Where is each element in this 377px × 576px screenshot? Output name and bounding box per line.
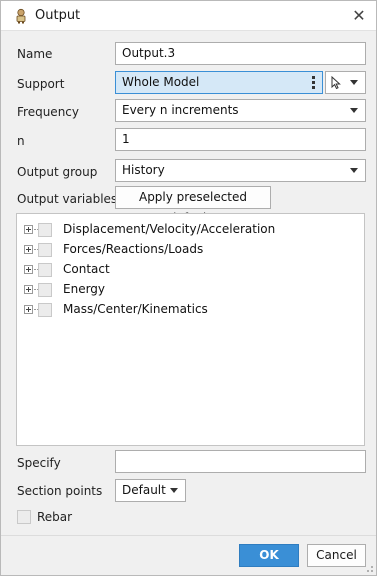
name-field[interactable]: Output.3 (115, 42, 366, 65)
specify-label: Specify (17, 456, 61, 470)
tree-item-label: Forces/Reactions/Loads (63, 242, 204, 256)
section-points-label: Section points (17, 484, 103, 498)
tree-item-label: Mass/Center/Kinematics (63, 302, 208, 316)
chevron-down-icon (170, 488, 178, 493)
window-title: Output (35, 8, 81, 23)
frequency-value: Every n increments (122, 103, 239, 117)
expand-icon[interactable] (24, 305, 33, 314)
rebar-label: Rebar (37, 510, 73, 524)
chevron-down-icon (350, 108, 358, 113)
tree-item-label: Energy (63, 282, 106, 296)
more-options-icon[interactable] (312, 76, 316, 91)
output-group-select[interactable]: History (115, 159, 366, 182)
chevron-down-icon (350, 168, 358, 173)
n-label: n (17, 134, 25, 148)
name-label: Name (17, 47, 53, 61)
expand-icon[interactable] (24, 245, 33, 254)
expand-icon[interactable] (24, 285, 33, 294)
tree-item-label: Contact (63, 262, 110, 276)
resize-grip-icon[interactable] (367, 566, 373, 572)
support-value: Whole Model (122, 75, 200, 89)
support-label: Support (17, 77, 65, 91)
cursor-arrow-icon (331, 76, 341, 90)
specify-field[interactable] (115, 450, 366, 473)
close-icon: ✕ (352, 6, 366, 25)
output-variables-label: Output variables (17, 192, 118, 206)
section-points-value: Default (122, 483, 166, 497)
tree-item-checkbox[interactable] (38, 223, 52, 237)
expand-icon[interactable] (24, 225, 33, 234)
close-button[interactable]: ✕ (348, 5, 370, 27)
pick-support-button[interactable] (325, 71, 366, 94)
output-dialog: Output ✕ Name Output.3 Support Whole Mod… (0, 0, 377, 576)
frequency-select[interactable]: Every n increments (115, 99, 366, 122)
output-person-icon (16, 8, 26, 24)
tree-item-checkbox[interactable] (38, 283, 52, 297)
tree-item-checkbox[interactable] (38, 263, 52, 277)
n-field[interactable]: 1 (115, 128, 366, 151)
apply-preselected-defaults-button[interactable]: Apply preselected defaults (115, 186, 271, 225)
output-group-label: Output group (17, 165, 98, 179)
output-variables-tree[interactable]: Displacement/Velocity/Acceleration Force… (16, 213, 365, 446)
tree-item-label: Displacement/Velocity/Acceleration (63, 222, 276, 236)
ok-button[interactable]: OK (239, 544, 299, 567)
tree-item-checkbox[interactable] (38, 243, 52, 257)
frequency-label: Frequency (17, 105, 79, 119)
output-group-value: History (122, 163, 165, 177)
support-field[interactable]: Whole Model (115, 71, 323, 94)
expand-icon[interactable] (24, 265, 33, 274)
cancel-button[interactable]: Cancel (307, 544, 366, 567)
tree-item-checkbox[interactable] (38, 303, 52, 317)
rebar-checkbox[interactable] (17, 510, 31, 524)
title-bar: Output ✕ (1, 1, 376, 31)
section-points-select[interactable]: Default (115, 479, 186, 502)
chevron-down-icon (350, 80, 358, 85)
